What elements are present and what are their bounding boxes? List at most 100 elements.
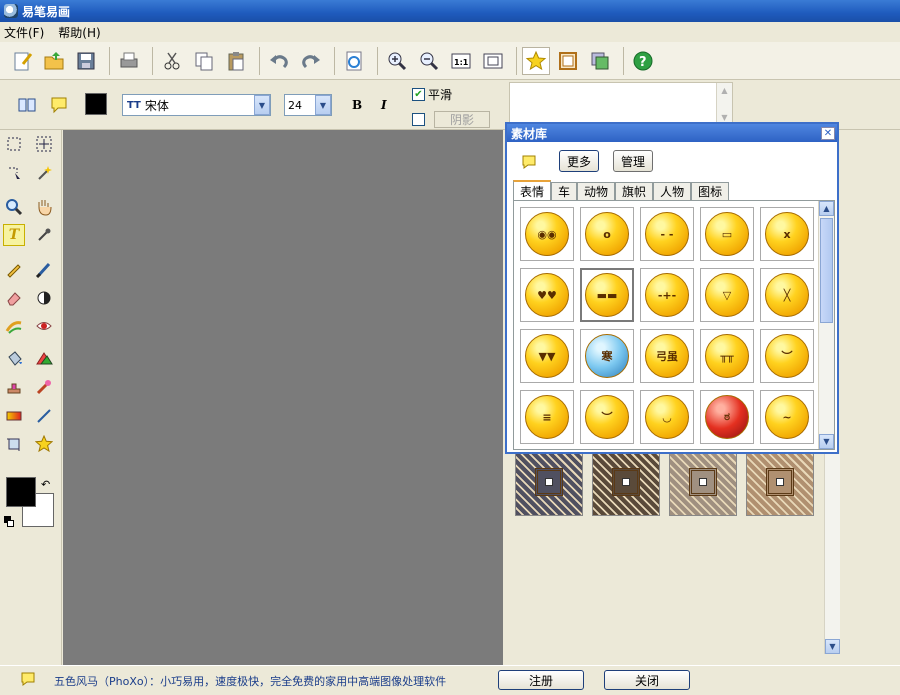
emoji-cell[interactable]: ▭: [700, 207, 754, 261]
smooth-checkbox-row[interactable]: ✔ 平滑: [412, 86, 452, 103]
emoji-cell[interactable]: 弓虽: [640, 329, 694, 383]
stamp-icon[interactable]: [3, 376, 25, 398]
shadow-button[interactable]: 阴影: [434, 111, 490, 128]
undo-icon[interactable]: [265, 47, 293, 75]
menu-help[interactable]: 帮助(H): [58, 24, 100, 41]
hand-icon[interactable]: [33, 196, 55, 218]
frame-scrollbar[interactable]: ▼: [824, 454, 840, 654]
menu-file[interactable]: 文件(F): [4, 24, 44, 41]
frame-thumbnail[interactable]: [515, 448, 583, 516]
emoji-cell[interactable]: ▽: [700, 268, 754, 322]
actual-size-icon[interactable]: 1:1: [447, 47, 475, 75]
magnifier-icon[interactable]: [3, 196, 25, 218]
emoji-scrollbar[interactable]: ▲ ▼: [818, 201, 834, 449]
emoji-cell[interactable]: ಠ: [700, 390, 754, 444]
foreground-color-front[interactable]: [6, 477, 36, 507]
tab-1[interactable]: 车: [551, 182, 578, 200]
brush-icon[interactable]: [33, 258, 55, 280]
font-select[interactable]: TT 宋体 ▼: [122, 94, 271, 116]
emoji-cell[interactable]: ≡: [520, 390, 574, 444]
scroll-down-icon[interactable]: ▼: [825, 639, 840, 654]
star-icon[interactable]: [522, 46, 550, 75]
tab-0[interactable]: 表情: [513, 180, 552, 200]
text-scrollbar[interactable]: ▲ ▼: [716, 83, 732, 127]
move-icon[interactable]: [33, 133, 55, 155]
zoom-in-icon[interactable]: [383, 47, 411, 75]
emoji-cell[interactable]: ◉◉: [520, 207, 574, 261]
emoji-cell[interactable]: - -: [640, 207, 694, 261]
shadow-checkbox[interactable]: [412, 113, 425, 126]
emoji-cell[interactable]: 寒: [580, 329, 634, 383]
paste-icon[interactable]: [222, 47, 250, 75]
emoji-cell[interactable]: ╳: [760, 268, 814, 322]
canvas-area[interactable]: [63, 130, 503, 665]
frame-thumbnail[interactable]: [592, 448, 660, 516]
italic-button[interactable]: I: [381, 98, 387, 112]
default-colors-icon[interactable]: [4, 516, 14, 527]
register-button[interactable]: 注册: [498, 670, 584, 690]
emoji-cell[interactable]: ~: [760, 390, 814, 444]
emoji-cell[interactable]: ╥╥: [700, 329, 754, 383]
contrast-icon[interactable]: [33, 287, 55, 309]
open-folder-icon[interactable]: [40, 47, 68, 75]
gradient-icon[interactable]: [3, 405, 25, 427]
swap-colors-icon[interactable]: ↶: [41, 478, 50, 491]
copy-icon[interactable]: [190, 47, 218, 75]
new-file-icon[interactable]: [8, 47, 36, 75]
line-icon[interactable]: [33, 405, 55, 427]
speech-bubble-icon[interactable]: [50, 96, 68, 117]
emoji-cell[interactable]: ︶: [580, 390, 634, 444]
color-replace-icon[interactable]: [33, 348, 55, 370]
smooth-checkbox[interactable]: ✔: [412, 88, 425, 101]
tab-4[interactable]: 人物: [653, 182, 692, 200]
emoji-cell[interactable]: o: [580, 207, 634, 261]
emoji-cell[interactable]: ▬▬: [580, 268, 634, 322]
close-icon[interactable]: ✕: [821, 126, 835, 140]
cut-icon[interactable]: [158, 47, 186, 75]
manage-button[interactable]: 管理: [613, 150, 653, 172]
chevron-down-icon[interactable]: ▼: [254, 95, 270, 115]
shape-star-icon[interactable]: [33, 433, 55, 455]
text-tool-icon[interactable]: T: [3, 224, 25, 246]
frame-thumbnail[interactable]: [746, 448, 814, 516]
frame-thumbnail[interactable]: [669, 448, 737, 516]
eyedropper-icon[interactable]: [33, 224, 55, 246]
font-size-select[interactable]: 24 ▼: [284, 94, 332, 116]
magic-wand-icon[interactable]: [33, 162, 55, 184]
emoji-cell[interactable]: ◡: [640, 390, 694, 444]
text-color-swatch[interactable]: [85, 93, 107, 115]
redo-icon[interactable]: [297, 47, 325, 75]
fit-window-icon[interactable]: [479, 47, 507, 75]
print-icon[interactable]: [115, 47, 143, 75]
help-icon[interactable]: ?: [629, 47, 657, 75]
emoji-cell[interactable]: ︶: [760, 329, 814, 383]
save-icon[interactable]: [72, 47, 100, 75]
emoji-cell[interactable]: -+-: [640, 268, 694, 322]
shadow-checkbox-row[interactable]: 阴影: [412, 111, 490, 128]
tab-3[interactable]: 旗帜: [615, 182, 654, 200]
lasso-select-icon[interactable]: [3, 162, 25, 184]
more-button[interactable]: 更多: [559, 150, 599, 172]
close-button[interactable]: 关闭: [604, 670, 690, 690]
scroll-thumb[interactable]: [820, 218, 833, 323]
effect-brush-icon[interactable]: [33, 376, 55, 398]
emoji-cell[interactable]: ▼▼: [520, 329, 574, 383]
chevron-down-icon[interactable]: ▼: [315, 95, 331, 115]
refresh-icon[interactable]: [340, 47, 368, 75]
rect-select-icon[interactable]: [3, 133, 25, 155]
book-icon[interactable]: [18, 97, 36, 116]
scroll-up-icon[interactable]: ▲: [819, 201, 834, 216]
emoji-cell[interactable]: ♥♥: [520, 268, 574, 322]
frame-icon[interactable]: [554, 47, 582, 75]
red-eye-icon[interactable]: [33, 315, 55, 337]
scroll-up-icon[interactable]: ▲: [717, 83, 732, 98]
crop-icon[interactable]: [3, 433, 25, 455]
tab-5[interactable]: 图标: [691, 182, 730, 200]
layers-icon[interactable]: [586, 47, 614, 75]
smudge-icon[interactable]: [3, 315, 25, 337]
zoom-out-icon[interactable]: [415, 47, 443, 75]
tab-2[interactable]: 动物: [577, 182, 616, 200]
pencil-icon[interactable]: [3, 258, 25, 280]
emoji-cell[interactable]: x: [760, 207, 814, 261]
bold-button[interactable]: B: [352, 98, 362, 112]
